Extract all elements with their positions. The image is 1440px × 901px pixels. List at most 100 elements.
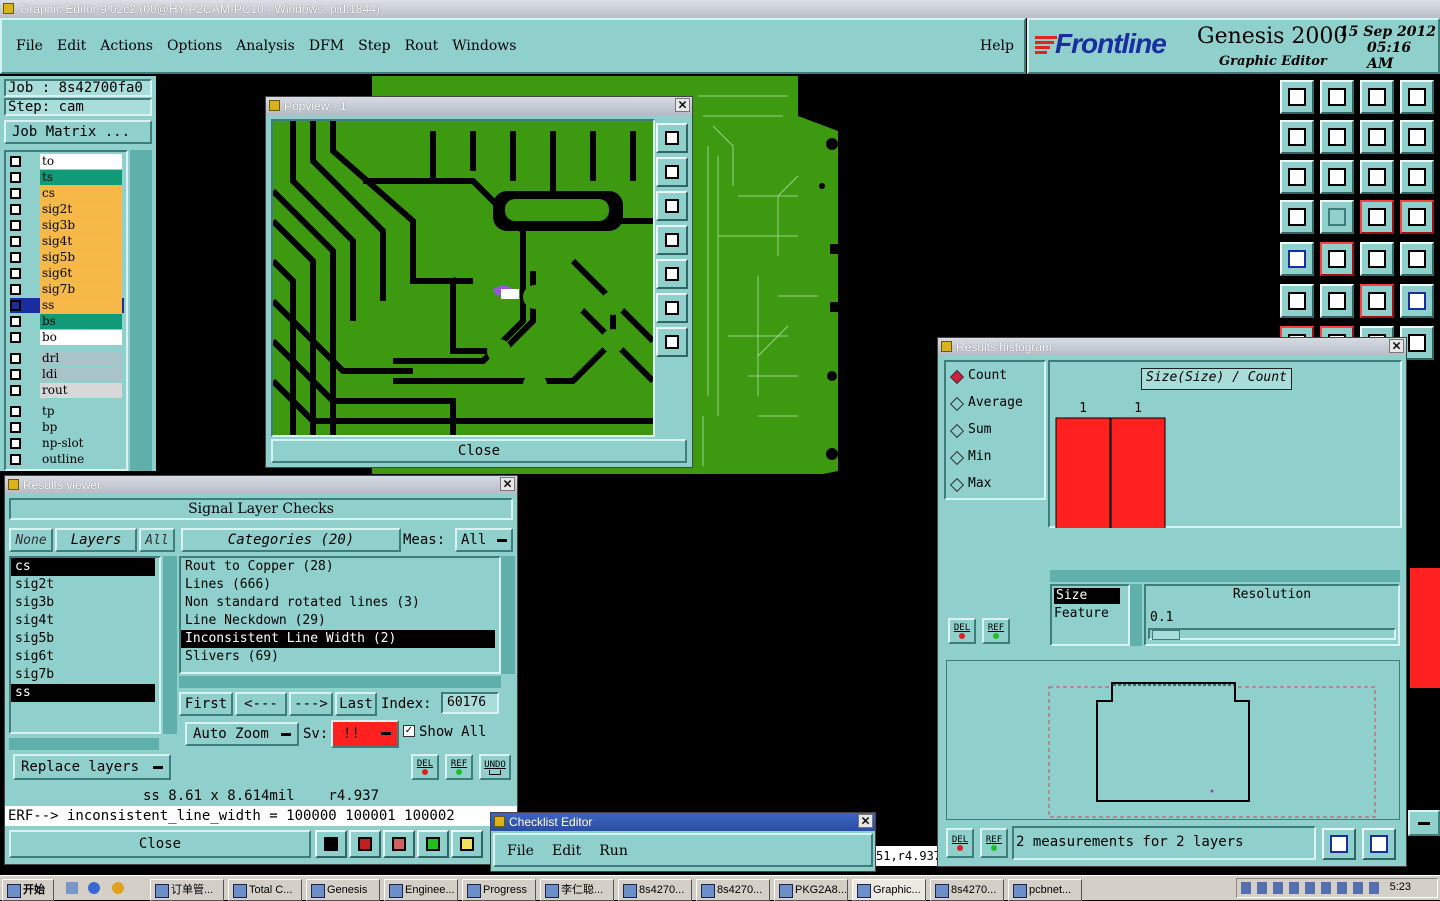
layer-result-scrollbar[interactable]: [163, 556, 177, 734]
none-button[interactable]: None: [9, 528, 53, 552]
size-feature-scrollbar[interactable]: [1130, 584, 1142, 646]
results-viewer-close-icon[interactable]: ✕: [500, 477, 515, 491]
histogram-bar[interactable]: [1055, 417, 1111, 528]
layer-result-hscrollbar[interactable]: [9, 738, 159, 750]
last-button[interactable]: Last: [335, 692, 377, 716]
menu-analysis[interactable]: Analysis: [236, 38, 295, 54]
job-matrix-button[interactable]: Job Matrix ...: [4, 120, 152, 144]
view-fit-icon[interactable]: [1400, 80, 1434, 114]
desktop-icon[interactable]: [66, 882, 78, 894]
layer-row-drl[interactable]: drl: [10, 351, 124, 366]
category-item[interactable]: Rout to Copper (28): [181, 558, 495, 576]
layer-row-bp[interactable]: bp: [10, 420, 124, 435]
pan-left-icon[interactable]: [1280, 120, 1314, 154]
layer-row-cs[interactable]: cs: [10, 186, 124, 201]
index-input[interactable]: 60176: [441, 692, 499, 714]
all-button[interactable]: All: [139, 528, 175, 552]
category-item[interactable]: Slivers (69): [181, 648, 495, 666]
rotate-icon[interactable]: [1400, 120, 1434, 154]
task-4[interactable]: Progress: [462, 879, 536, 901]
layer-checkbox[interactable]: [10, 236, 21, 247]
layer-checkbox[interactable]: [10, 156, 21, 167]
categories-button[interactable]: Categories (20): [181, 528, 401, 552]
category-item[interactable]: Line Neckdown (29): [181, 612, 495, 630]
layer-checkbox[interactable]: [10, 454, 21, 465]
draw-red-icon[interactable]: [1320, 242, 1354, 276]
resolution-slider-thumb[interactable]: [1152, 630, 1180, 640]
result-layer-item[interactable]: cs: [11, 558, 155, 576]
select-red-1-icon[interactable]: [1360, 200, 1394, 234]
first-button[interactable]: First: [179, 692, 233, 716]
menu-options[interactable]: Options: [167, 38, 222, 54]
result-layer-item[interactable]: sig2t: [11, 576, 155, 594]
layer-row-rout[interactable]: rout: [10, 383, 124, 398]
layer-row-np-slot[interactable]: np-slot: [10, 436, 124, 451]
pan-right-icon[interactable]: [1320, 120, 1354, 154]
task-10[interactable]: 8s4270...: [930, 879, 1004, 901]
view-top-icon[interactable]: [1280, 80, 1314, 114]
menu-file[interactable]: File: [16, 38, 43, 54]
menu-help[interactable]: Help: [980, 38, 1014, 54]
layer-checkbox[interactable]: [10, 172, 21, 183]
cross-icon[interactable]: [1320, 284, 1354, 318]
layers-button[interactable]: Layers: [55, 528, 137, 552]
tool-a-icon[interactable]: [315, 830, 347, 858]
feature-option[interactable]: Feature: [1054, 606, 1109, 621]
popview-zoom-tool[interactable]: [656, 123, 688, 153]
layer-row-to[interactable]: to: [10, 154, 124, 169]
size-option[interactable]: Size: [1054, 588, 1120, 604]
task-8[interactable]: PKG2A8...: [774, 879, 848, 901]
layer-row-ldi[interactable]: ldi: [10, 367, 124, 382]
checklist-menu-run[interactable]: Run: [599, 843, 628, 859]
category-item[interactable]: Inconsistent Line Width (2): [181, 630, 495, 648]
task-0[interactable]: 订单管...: [150, 879, 224, 901]
chart-hscrollbar[interactable]: [1050, 570, 1400, 582]
menu-step[interactable]: Step: [358, 38, 390, 54]
resolution-slider[interactable]: [1148, 628, 1396, 640]
layer-checkbox[interactable]: [10, 268, 21, 279]
popview-close-icon[interactable]: ✕: [675, 98, 690, 112]
category-scrollbar[interactable]: [501, 556, 515, 674]
layer-checkbox[interactable]: [10, 438, 21, 449]
layer-checkbox[interactable]: [10, 220, 21, 231]
layer-checkbox[interactable]: [10, 204, 21, 215]
task-11[interactable]: pcbnet...: [1008, 879, 1082, 901]
layer-row-sig5b[interactable]: sig5b: [10, 250, 124, 265]
severity-select[interactable]: !!: [331, 720, 399, 748]
tool-c-icon[interactable]: [383, 830, 415, 858]
menu-dfm[interactable]: DFM: [309, 38, 344, 54]
layer-checkbox[interactable]: [10, 353, 21, 364]
replace-layers-select[interactable]: Replace layers: [13, 754, 171, 780]
histogram-chart[interactable]: 14.9-518.6-8.7: [1050, 362, 1400, 528]
layer-row-bs[interactable]: bs: [10, 314, 124, 329]
result-layer-item[interactable]: sig7b: [11, 666, 155, 684]
popview-canvas[interactable]: [271, 119, 655, 437]
results-close-button[interactable]: Close: [9, 830, 311, 858]
popview-close-button[interactable]: Close: [271, 439, 687, 463]
layer-checkbox[interactable]: [10, 385, 21, 396]
select-red-2-icon[interactable]: [1400, 200, 1434, 234]
media-icon[interactable]: [112, 882, 124, 894]
layer-row-bo[interactable]: bo: [10, 330, 124, 345]
layer-checkbox[interactable]: [10, 284, 21, 295]
show-all-checkbox[interactable]: ✓: [403, 725, 415, 737]
measure-icon[interactable]: [1360, 242, 1394, 276]
layer-checkbox[interactable]: [10, 422, 21, 433]
popview-pan-left-tool[interactable]: [656, 225, 688, 255]
link-blue-icon[interactable]: [1400, 284, 1434, 318]
browser-icon[interactable]: [88, 882, 100, 894]
node-icon[interactable]: [1280, 242, 1314, 276]
task-1[interactable]: Total C...: [228, 879, 302, 901]
layer-row-sig3b[interactable]: sig3b: [10, 218, 124, 233]
ref-button[interactable]: REF: [445, 754, 473, 780]
meas-select[interactable]: All: [455, 528, 513, 552]
layer-row-ss[interactable]: ss: [10, 298, 124, 313]
popview-center-tool[interactable]: [656, 327, 688, 357]
category-hscrollbar[interactable]: [179, 676, 501, 688]
connect-icon[interactable]: [1280, 284, 1314, 318]
layer-checkbox[interactable]: [10, 300, 21, 311]
help-icon[interactable]: [1400, 160, 1434, 194]
layer-row-sig6t[interactable]: sig6t: [10, 266, 124, 281]
popview-fit-tool[interactable]: [656, 293, 688, 323]
hist-ref2-button[interactable]: REF: [980, 828, 1008, 858]
